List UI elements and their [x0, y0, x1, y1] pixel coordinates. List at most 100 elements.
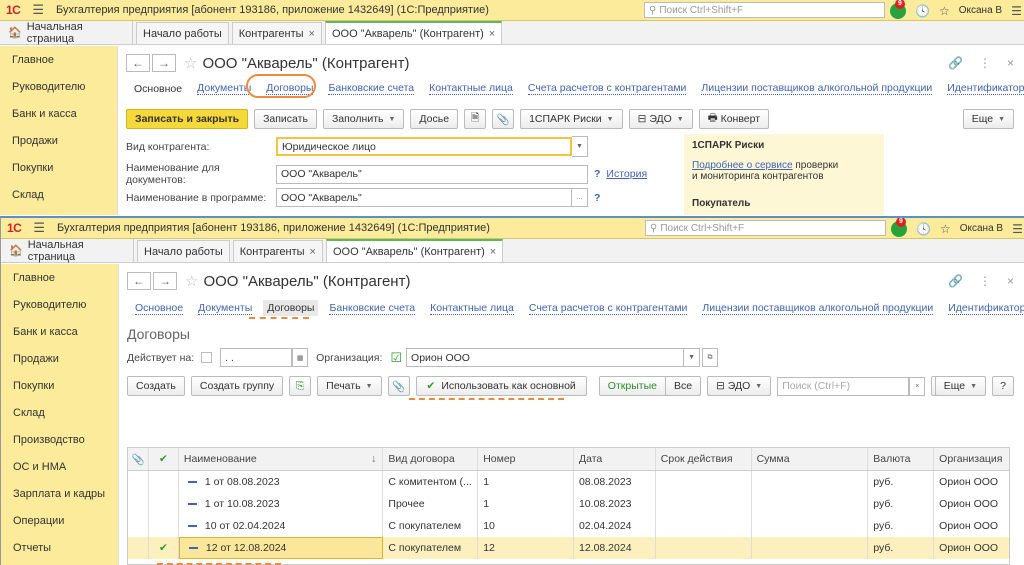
sidebar-item-reports[interactable]: Отчеты [1, 534, 118, 561]
back-arrow-icon[interactable]: ← [126, 54, 150, 72]
nav-alcohol-licenses[interactable]: Лицензии поставщиков алкогольной продукц… [702, 302, 934, 315]
menu-icon[interactable]: ☰ [32, 2, 44, 18]
user-name[interactable]: Оксана В [959, 5, 1002, 16]
nav-site-ids[interactable]: Идентификаторы сайта [948, 302, 1024, 315]
favorite-star-icon[interactable]: ☆ [185, 272, 198, 290]
menu-icon[interactable]: ☰ [33, 220, 45, 236]
sidebar-item-bank[interactable]: Банк и касса [0, 100, 117, 127]
tab-counterparty-form[interactable]: ООО "Акварель" (Контрагент) × [325, 239, 504, 262]
sidebar-item-operations[interactable]: Операции [1, 507, 118, 534]
print-button[interactable]: Печать ▼ [317, 376, 382, 396]
save-button[interactable]: Записать [254, 109, 317, 129]
column-header-type[interactable]: Вид договора [383, 448, 479, 470]
chevron-down-icon[interactable]: ▼ [572, 136, 588, 157]
sidebar-item-payroll[interactable]: Зарплата и кадры [1, 480, 118, 507]
all-filter-button[interactable]: Все [665, 376, 702, 396]
column-header-currency[interactable]: Валюта [868, 448, 935, 470]
sidebar-item-purchases[interactable]: Покупки [1, 372, 118, 399]
attach-doc-icon[interactable]: 🗎 [464, 109, 487, 129]
back-arrow-icon[interactable]: ← [127, 272, 151, 290]
notifications-icon[interactable]: 9 [891, 218, 907, 237]
docname-field[interactable]: ООО "Акварель" [276, 164, 588, 184]
close-icon[interactable]: × [489, 28, 495, 40]
column-header-name[interactable]: Наименование ↓ [179, 448, 384, 470]
tab-start[interactable]: Начало работы [137, 240, 230, 262]
nav-bank-accounts[interactable]: Банковские счета [329, 302, 416, 315]
nav-settlement-accounts[interactable]: Счета расчетов с контрагентами [528, 302, 688, 315]
favorite-star-icon[interactable]: ☆ [184, 54, 197, 72]
edo-button[interactable]: ⊟ ЭДО ▼ [628, 109, 693, 129]
dossier-button[interactable]: Досье [410, 109, 459, 129]
paperclip-icon[interactable]: 📎 [492, 109, 515, 129]
sidebar-item-main[interactable]: Главное [1, 264, 118, 291]
active-on-date-field[interactable]: . . [220, 348, 293, 367]
sidebar-item-purchases[interactable]: Покупки [0, 154, 117, 181]
column-header-term[interactable]: Срок действия [656, 448, 752, 470]
tab-counterparties[interactable]: Контрагенты × [231, 22, 322, 44]
sidebar-item-sales[interactable]: Продажи [1, 345, 118, 372]
history-icon[interactable]: 🕓 [915, 4, 930, 18]
ellipsis-icon[interactable]: … [572, 188, 588, 207]
forward-arrow-icon[interactable]: → [152, 54, 176, 72]
create-group-button[interactable]: Создать группу [190, 376, 284, 396]
column-header-org[interactable]: Организация [934, 448, 1009, 470]
org-field[interactable]: Орион ООО [406, 348, 685, 367]
sidebar-item-sales[interactable]: Продажи [0, 127, 117, 154]
nav-site-ids[interactable]: Идентификаторы сайта [947, 82, 1024, 95]
global-search-input[interactable]: ⚲ Поиск Ctrl+Shift+F [645, 220, 886, 236]
copy-icon[interactable]: ⎘ [289, 376, 312, 396]
nav-main[interactable]: Основное [134, 83, 182, 95]
active-on-checkbox[interactable] [201, 352, 213, 363]
column-header-number[interactable]: Номер [478, 448, 574, 470]
kind-field[interactable]: Юридическое лицо [276, 137, 572, 156]
table-row[interactable]: 10 от 02.04.2024 С покупателем 10 02.04.… [128, 515, 1009, 537]
fill-button[interactable]: Заполнить ▼ [322, 109, 405, 129]
sidebar-item-warehouse[interactable]: Склад [1, 399, 118, 426]
more-vertical-icon[interactable]: ⋮ [979, 274, 991, 288]
sidebar-item-manager[interactable]: Руководителю [0, 73, 117, 100]
nav-alcohol-licenses[interactable]: Лицензии поставщиков алкогольной продукц… [701, 82, 933, 95]
sidebar-item-bank[interactable]: Банк и касса [1, 318, 118, 345]
sidebar-item-manager[interactable]: Руководителю [1, 291, 118, 318]
table-row[interactable]: 1 от 10.08.2023 Прочее 1 10.08.2023 руб.… [128, 493, 1009, 515]
nav-settlement-accounts[interactable]: Счета расчетов с контрагентами [527, 82, 687, 95]
global-search-input[interactable]: ⚲ Поиск Ctrl+Shift+F [644, 2, 885, 18]
help-icon[interactable]: ? [594, 192, 600, 204]
nav-contracts[interactable]: Договоры [263, 300, 319, 316]
tab-home[interactable]: 🏠 Начальная страница [0, 21, 133, 45]
nav-documents[interactable]: Документы [198, 302, 253, 315]
close-icon[interactable]: × [490, 246, 496, 258]
tab-home[interactable]: 🏠 Начальная страница [1, 239, 134, 263]
open-icon[interactable]: ⧉ [702, 348, 719, 367]
calendar-icon[interactable]: ▦ [292, 348, 309, 367]
nav-main[interactable]: Основное [135, 302, 184, 315]
sidebar-item-main[interactable]: Главное [0, 46, 117, 73]
settings-menu-icon[interactable]: ☰ [1012, 222, 1023, 236]
table-row-selected[interactable]: ✔ 12 от 12.08.2024 С покупателем 12 12.0… [128, 537, 1009, 559]
notifications-icon[interactable]: 9 [890, 0, 906, 19]
sidebar-item-production[interactable]: Производство [1, 426, 118, 453]
user-name[interactable]: Оксана В [960, 223, 1003, 234]
more-vertical-icon[interactable]: ⋮ [979, 56, 991, 70]
progname-field[interactable]: ООО "Акварель" [276, 188, 572, 207]
clear-search-icon[interactable]: × [909, 376, 926, 396]
nav-documents[interactable]: Документы [197, 82, 252, 95]
nav-bank-accounts[interactable]: Банковские счета [328, 82, 415, 95]
more-button[interactable]: Еще ▼ [962, 109, 1014, 129]
close-icon[interactable]: × [1007, 274, 1014, 288]
close-icon[interactable]: × [310, 246, 316, 258]
link-icon[interactable]: 🔗 [948, 274, 963, 288]
list-search-input[interactable]: Поиск (Ctrl+F) [777, 376, 910, 396]
favorites-star-icon[interactable]: ☆ [939, 4, 950, 18]
history-icon[interactable]: 🕓 [916, 222, 931, 236]
link-icon[interactable]: 🔗 [948, 56, 963, 70]
column-header-sum[interactable]: Сумма [752, 448, 869, 470]
create-button[interactable]: Создать [127, 376, 185, 396]
help-button[interactable]: ? [992, 376, 1014, 396]
tab-counterparties[interactable]: Контрагенты × [232, 240, 323, 262]
use-as-main-button[interactable]: ✔ Использовать как основной [415, 376, 587, 396]
table-row[interactable]: 1 от 08.08.2023 С комитентом (... 1 08.0… [128, 471, 1009, 493]
org-checkbox-checked-icon[interactable]: ☑ [390, 350, 402, 366]
tab-counterparty-form[interactable]: ООО "Акварель" (Контрагент) × [324, 21, 503, 44]
paperclip-icon[interactable]: 📎 [387, 376, 410, 396]
